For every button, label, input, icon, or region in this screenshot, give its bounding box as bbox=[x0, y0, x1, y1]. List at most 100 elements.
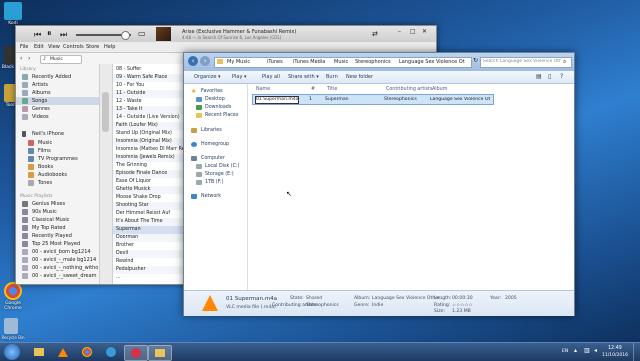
view-options-icon[interactable]: ▤ bbox=[536, 73, 542, 80]
menu-controls[interactable]: Controls bbox=[63, 44, 84, 50]
sidebar-item-device-tones[interactable]: Tones bbox=[16, 179, 99, 187]
clock-date[interactable]: 11/10/2016 bbox=[602, 353, 628, 358]
forward-icon[interactable]: › bbox=[28, 55, 30, 62]
sidebar-item-videos[interactable]: Videos bbox=[16, 113, 99, 121]
column-album[interactable]: Album bbox=[432, 87, 447, 92]
nav-1tb[interactable]: 1TB (F:) bbox=[205, 180, 224, 185]
file-row[interactable]: 01 Superman.m4a 1 Superman Stereophonics… bbox=[252, 94, 494, 105]
nav-libraries[interactable]: Libraries bbox=[201, 128, 222, 133]
sidebar-item-device-tv[interactable]: TV Programmes bbox=[16, 155, 99, 163]
network-tray-icon[interactable]: ▥ bbox=[584, 347, 590, 354]
play-all-button[interactable]: Play all bbox=[262, 74, 280, 80]
nav-downloads[interactable]: Downloads bbox=[205, 105, 231, 110]
kodi-icon[interactable] bbox=[4, 2, 22, 20]
scroll-thumb[interactable] bbox=[102, 92, 109, 132]
sidebar-item-artists[interactable]: Artists bbox=[16, 81, 99, 89]
sidebar-item-albums[interactable]: Albums bbox=[16, 89, 99, 97]
itunes-sidebar-scrollbar[interactable] bbox=[100, 64, 113, 284]
play-pause-icon[interactable]: ⏸ bbox=[47, 29, 52, 39]
sidebar-device-header[interactable]: Neil's iPhone bbox=[16, 130, 99, 138]
clock-time[interactable]: 12:49 bbox=[608, 346, 622, 351]
menu-view[interactable]: View bbox=[48, 44, 60, 50]
start-button[interactable] bbox=[4, 344, 20, 360]
back-icon[interactable]: ‹ bbox=[188, 56, 198, 66]
help-icon[interactable]: ? bbox=[560, 73, 563, 80]
breadcrumb-itunes[interactable]: iTunes bbox=[267, 59, 283, 65]
volume-knob[interactable] bbox=[121, 31, 130, 40]
new-folder-button[interactable]: New folder bbox=[346, 74, 373, 80]
taskbar-itunes-button[interactable] bbox=[124, 345, 148, 361]
play-button[interactable]: Play ▾ bbox=[232, 74, 247, 80]
sidebar-playlist-90s[interactable]: 90s Music bbox=[16, 208, 99, 216]
recycle-bin-icon[interactable] bbox=[4, 318, 18, 334]
nav-network[interactable]: Network bbox=[201, 194, 221, 199]
taskbar-chrome-button[interactable] bbox=[76, 345, 98, 359]
show-desktop-button[interactable] bbox=[633, 343, 640, 361]
taskbar-window-button[interactable] bbox=[148, 345, 172, 361]
sidebar-playlist-avicii-3[interactable]: 00 - avicii_-_nothing_witho bbox=[16, 264, 99, 272]
sidebar-item-device-films[interactable]: Films bbox=[16, 147, 99, 155]
taskbar-vlc-button[interactable] bbox=[52, 345, 74, 359]
sidebar-item-genres[interactable]: Genres bbox=[16, 105, 99, 113]
preview-pane-icon[interactable]: ▯ bbox=[548, 73, 551, 80]
language-indicator[interactable]: EN bbox=[562, 349, 568, 354]
sidebar-item-device-audiobooks[interactable]: Audiobooks bbox=[16, 171, 99, 179]
shuffle-icon[interactable]: ⇄ bbox=[372, 30, 378, 38]
column-name[interactable]: Name bbox=[256, 87, 270, 92]
nav-local-disk[interactable]: Local Disk (C:) bbox=[205, 164, 240, 169]
sidebar-item-device-music[interactable]: Music bbox=[16, 139, 99, 147]
details-contrib-value[interactable]: Stereophonics bbox=[306, 303, 339, 308]
sidebar-item-recently-added[interactable]: Recently Added bbox=[16, 73, 99, 81]
close-icon[interactable]: ✕ bbox=[422, 28, 427, 35]
menu-help[interactable]: Help bbox=[104, 44, 115, 50]
nav-computer[interactable]: Computer bbox=[201, 156, 225, 161]
sidebar-playlist-avicii-2[interactable]: 00 - avicii_-_male bg1214 bbox=[16, 256, 99, 264]
column-title[interactable]: Title bbox=[327, 87, 337, 92]
tray-arrow-icon[interactable]: ▴ bbox=[574, 347, 577, 354]
column-number[interactable]: # bbox=[311, 87, 315, 92]
back-icon[interactable]: ‹ bbox=[20, 55, 22, 62]
sidebar-playlist-classical[interactable]: Classical Music bbox=[16, 216, 99, 224]
minimize-icon[interactable]: – bbox=[398, 28, 401, 35]
volume-tray-icon[interactable]: ◂ bbox=[594, 347, 597, 354]
sidebar-playlist-top-rated[interactable]: My Top Rated bbox=[16, 224, 99, 232]
breadcrumb-my-music[interactable]: My Music bbox=[227, 59, 250, 65]
details-year-value[interactable]: 2005 bbox=[505, 296, 517, 301]
nav-recent-places[interactable]: Recent Places bbox=[205, 113, 238, 118]
sidebar-playlist-avicii-1[interactable]: 00 - avicii_bom bg1214 bbox=[16, 248, 99, 256]
sidebar-playlist-top-25[interactable]: Top 25 Most Played bbox=[16, 240, 99, 248]
nav-storage[interactable]: Storage (E:) bbox=[205, 172, 234, 177]
breadcrumb-stereophonics[interactable]: Stereophonics bbox=[355, 59, 391, 65]
taskbar-media-button[interactable] bbox=[100, 345, 122, 359]
nav-homegroup[interactable]: Homegroup bbox=[201, 142, 229, 147]
rename-field[interactable]: 01 Superman.m4a bbox=[255, 96, 299, 104]
sidebar-item-songs[interactable]: Songs bbox=[16, 97, 99, 105]
refresh-icon[interactable]: ↻ bbox=[473, 57, 478, 64]
share-with-button[interactable]: Share with ▾ bbox=[288, 74, 319, 80]
details-rating-value[interactable]: ☆☆☆☆☆ bbox=[452, 303, 473, 308]
burn-button[interactable]: Burn bbox=[326, 74, 338, 80]
sidebar-playlist-avicii-4[interactable]: 00 - avicii_-_sweet_dream bbox=[16, 272, 99, 280]
prev-track-icon[interactable]: ⏮ bbox=[34, 30, 41, 40]
next-track-icon[interactable]: ⏭ bbox=[60, 30, 67, 40]
source-select[interactable]: ♪ Music bbox=[40, 55, 82, 64]
organize-button[interactable]: Organize ▾ bbox=[194, 74, 221, 80]
column-artists[interactable]: Contributing artists bbox=[386, 87, 432, 92]
maximize-icon[interactable]: □ bbox=[410, 28, 416, 35]
details-genre-value[interactable]: Indie bbox=[372, 303, 383, 308]
airplay-icon[interactable]: ▭ bbox=[138, 29, 146, 38]
breadcrumb-music[interactable]: Music bbox=[334, 59, 348, 65]
sidebar-playlist-recently-played[interactable]: Recently Played bbox=[16, 232, 99, 240]
sidebar-item-device-books[interactable]: Books bbox=[16, 163, 99, 171]
breadcrumb-album[interactable]: Language Sex Violence Other bbox=[399, 59, 465, 65]
explorer-search-input[interactable]: Search Language Sex Violence Other ⌕ bbox=[480, 57, 572, 68]
menu-edit[interactable]: Edit bbox=[34, 44, 44, 50]
nav-desktop[interactable]: Desktop bbox=[205, 97, 225, 102]
taskbar-explorer-button[interactable] bbox=[28, 345, 50, 359]
breadcrumb-itunes-media[interactable]: iTunes Media bbox=[293, 59, 325, 65]
sidebar-playlist-genius-mixes[interactable]: Genius Mixes bbox=[16, 200, 99, 208]
forward-icon[interactable]: › bbox=[200, 56, 210, 66]
nav-favorites[interactable]: Favorites bbox=[201, 89, 223, 94]
menu-store[interactable]: Store bbox=[86, 44, 99, 50]
address-bar[interactable]: My Music iTunes iTunes Media Music Stere… bbox=[214, 57, 472, 68]
